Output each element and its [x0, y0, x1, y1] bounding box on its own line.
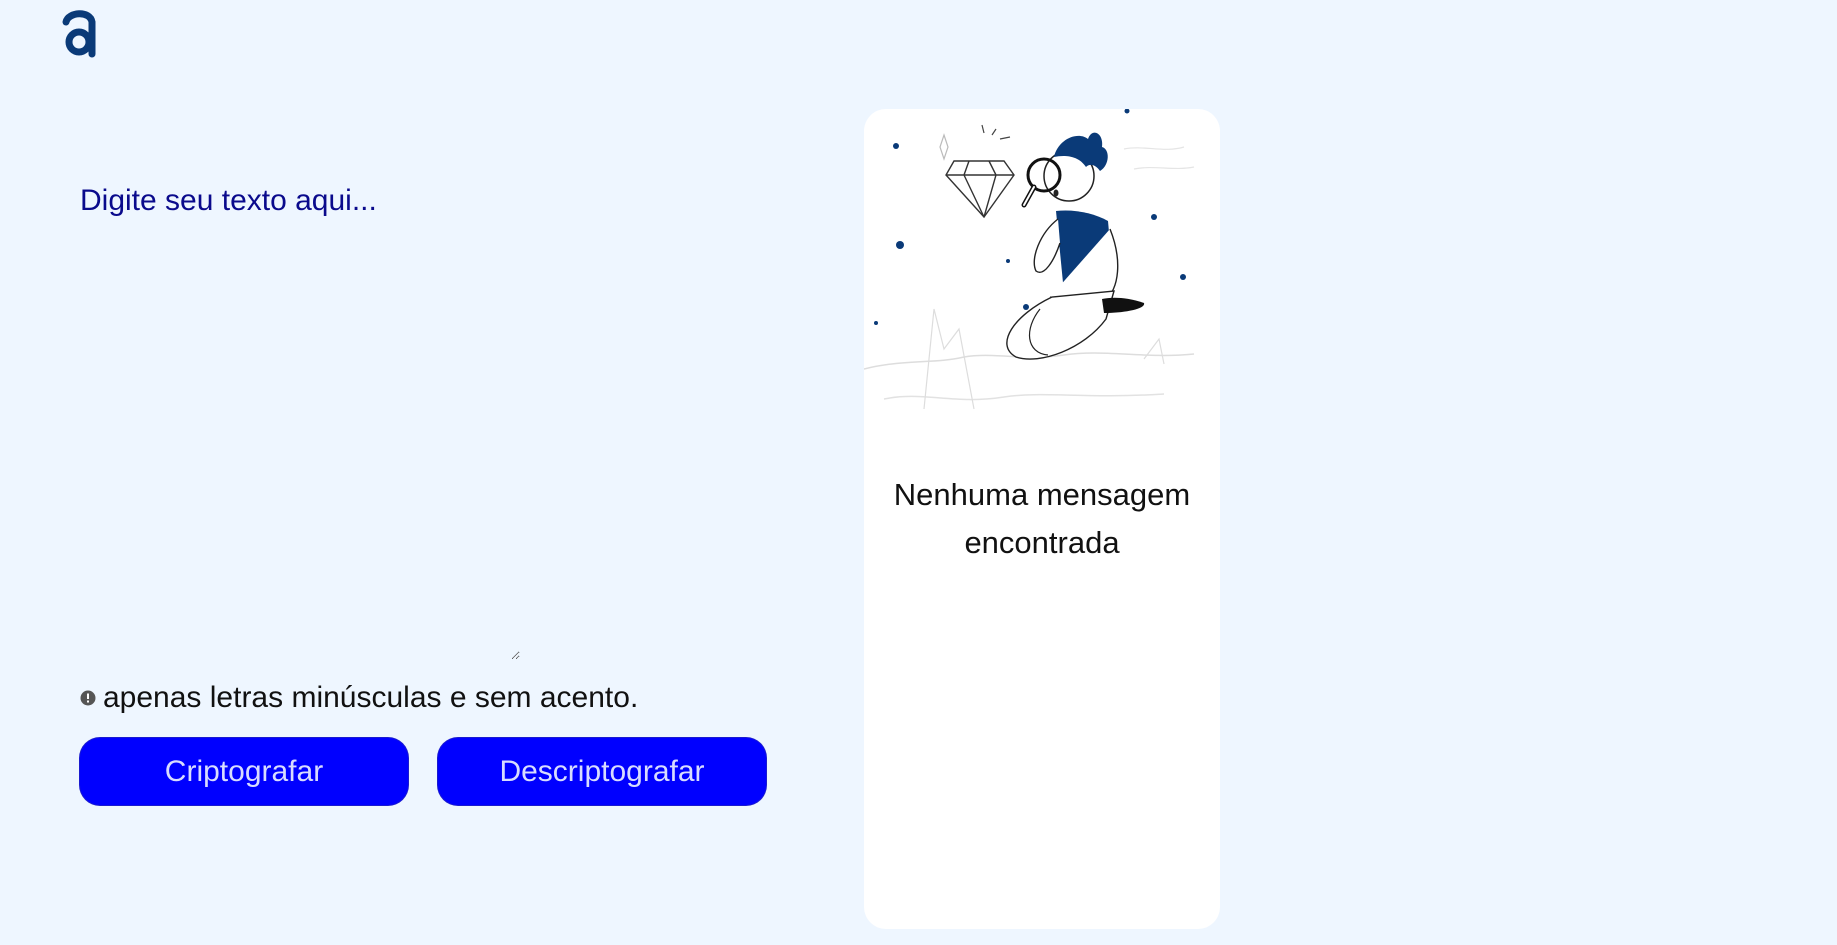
- text-input[interactable]: [80, 170, 520, 660]
- logo-icon: [62, 10, 96, 58]
- output-panel: Nenhuma mensagem encontrada: [864, 109, 1220, 929]
- exclamation-circle-icon: [80, 690, 96, 706]
- person-magnifier-illustration: [864, 109, 1195, 410]
- encrypt-button[interactable]: Criptografar: [80, 738, 408, 805]
- empty-state-message: Nenhuma mensagem encontrada: [893, 477, 1191, 560]
- input-hint: apenas letras minúsculas e sem acento.: [80, 678, 638, 718]
- hint-text: apenas letras minúsculas e sem acento.: [103, 681, 639, 714]
- decrypt-button[interactable]: Descriptografar: [438, 738, 766, 805]
